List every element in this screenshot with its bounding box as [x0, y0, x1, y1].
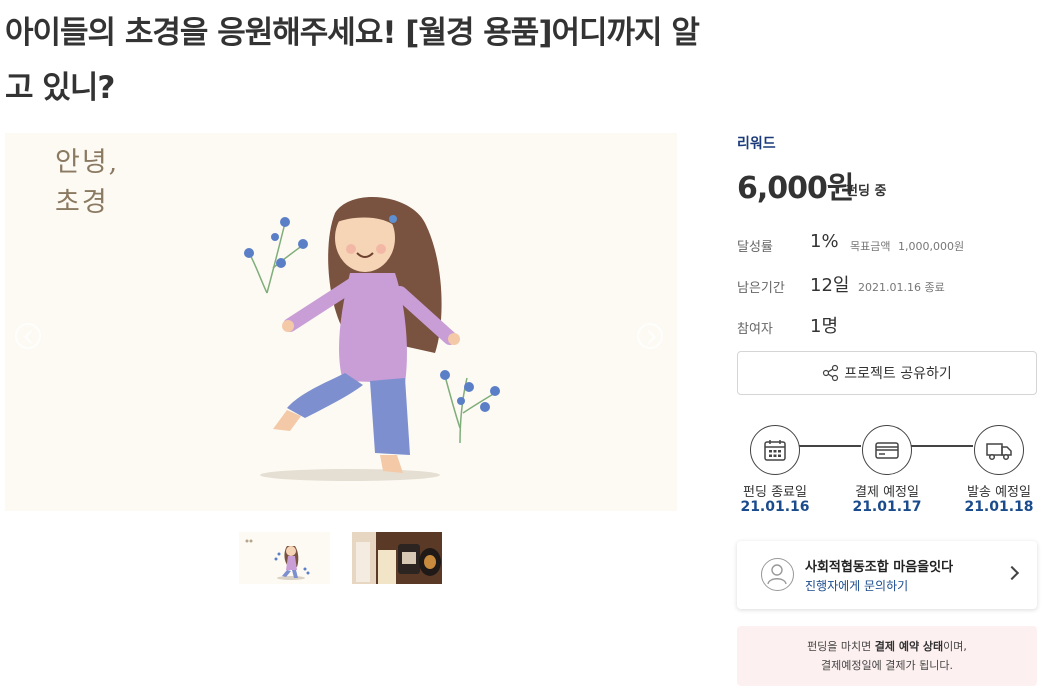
reward-label: 리워드: [737, 136, 776, 152]
notice-line-1: 펀딩을 마치면 결제 예약 상태이며,: [737, 637, 1037, 656]
payment-notice: 펀딩을 마치면 결제 예약 상태이며, 결제예정일에 결제가 됩니다.: [737, 626, 1037, 686]
notice-emphasis: 결제 예약 상태: [874, 640, 944, 653]
end-date: 2021.01.16 종료: [858, 281, 945, 294]
share-icon: [823, 364, 839, 382]
shipping-date-label: 발송 예정일: [967, 485, 1031, 500]
delivery-truck-icon: [986, 443, 1012, 461]
payment-date-label: 결제 예정일: [855, 485, 919, 500]
funding-status-badge: 펀딩 중: [846, 184, 887, 199]
funding-end-date: 21.01.16: [740, 499, 810, 515]
funding-end-step: [750, 425, 800, 475]
timeline-connector: [799, 445, 861, 447]
goal-amount-value: 1,000,000원: [898, 240, 965, 253]
chevron-right-icon: [1004, 565, 1020, 581]
participants-value: 1명: [810, 316, 839, 337]
prev-image-arrow-icon[interactable]: [15, 323, 41, 349]
shipping-date: 21.01.18: [964, 499, 1034, 515]
user-icon: [767, 564, 787, 585]
share-button-label: 프로젝트 공유하기: [844, 366, 952, 382]
hero-caption: 안녕, 초경: [55, 143, 119, 223]
payment-date: 21.01.17: [852, 499, 922, 515]
share-project-button[interactable]: 프로젝트 공유하기: [737, 351, 1037, 395]
reward-price: 6,000원: [737, 171, 854, 206]
next-image-arrow-icon[interactable]: [637, 323, 663, 349]
creator-name: 사회적협동조합 마음을잇다: [805, 560, 954, 575]
hero-image: 안녕, 초경: [5, 133, 677, 511]
achievement-rate-value: 1%: [810, 231, 839, 252]
project-title: 아이들의 초경을 응원해주세요! [월경 용품]어디까지 알고 있니?: [5, 15, 700, 106]
shipping-step: [974, 425, 1024, 475]
participants-label: 참여자: [737, 322, 773, 337]
thumbnail-1[interactable]: [239, 532, 330, 584]
timeline-connector: [911, 445, 973, 447]
calendar-icon: [764, 440, 786, 461]
credit-card-icon: [875, 442, 899, 459]
notice-text: 펀딩을 마치면: [807, 640, 875, 653]
hero-caption-line: 안녕,: [55, 147, 120, 178]
avatar: [761, 558, 794, 591]
payment-step: [862, 425, 912, 475]
remaining-period-value: 12일: [810, 275, 850, 296]
thumbnail-2[interactable]: [352, 532, 442, 584]
goal-amount-label: 목표금액: [850, 240, 891, 253]
creator-contact-card[interactable]: 사회적협동조합 마음을잇다 진행자에게 문의하기: [737, 541, 1037, 609]
contact-creator-link[interactable]: 진행자에게 문의하기: [805, 577, 908, 594]
notice-line-2: 결제예정일에 결제가 됩니다.: [821, 659, 953, 672]
achievement-rate-label: 달성률: [737, 240, 773, 255]
hero-caption-line: 초경: [55, 187, 109, 218]
remaining-period-label: 남은기간: [737, 281, 785, 296]
notice-text: 이며,: [943, 640, 967, 653]
funding-end-label: 펀딩 종료일: [743, 485, 807, 500]
